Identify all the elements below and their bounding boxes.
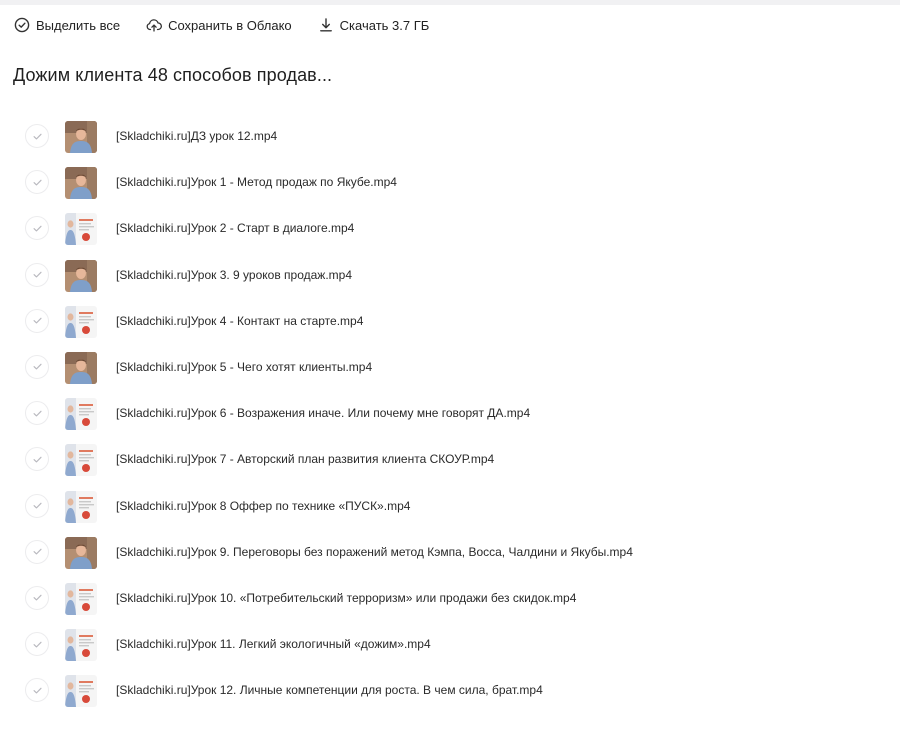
row-checkbox[interactable] <box>25 493 49 518</box>
check-icon <box>33 364 42 370</box>
video-thumbnail[interactable] <box>65 213 97 246</box>
thumbnail-image <box>65 490 97 523</box>
row-checkbox[interactable] <box>25 539 49 564</box>
file-name: [Skladchiki.ru]Урок 3. 9 уроков продаж.m… <box>116 267 353 282</box>
file-row[interactable]: [Skladchiki.ru]Урок 3. 9 уроков продаж.m… <box>0 253 900 299</box>
check-icon <box>33 548 42 555</box>
check-icon <box>33 502 42 509</box>
folder-title: Дожим клиента 48 способов продав... <box>13 65 333 85</box>
row-checkbox[interactable] <box>25 632 49 657</box>
row-checkbox[interactable] <box>25 262 49 287</box>
video-thumbnail[interactable] <box>65 536 97 569</box>
video-thumbnail[interactable] <box>65 305 97 338</box>
file-row[interactable]: [Skladchiki.ru]Урок 7 - Авторский план р… <box>0 437 900 483</box>
file-row[interactable]: [Skladchiki.ru]Урок 2 - Старт в диалоге.… <box>0 206 900 252</box>
file-row[interactable]: [Skladchiki.ru]Урок 8 Оффер по технике «… <box>0 484 900 530</box>
download-button[interactable]: Скачать 3.7 ГБ <box>318 17 430 33</box>
check-icon <box>33 271 42 278</box>
row-checkbox[interactable] <box>25 354 49 379</box>
thumbnail-image <box>65 582 97 615</box>
video-thumbnail[interactable] <box>65 351 97 384</box>
thumbnail-image <box>65 213 97 246</box>
row-checkbox[interactable] <box>25 216 49 241</box>
file-row[interactable]: [Skladchiki.ru]Урок 12. Личные компетенц… <box>0 668 900 714</box>
video-thumbnail[interactable] <box>65 167 97 200</box>
thumbnail-image <box>65 629 97 662</box>
download-label: Скачать 3.7 ГБ <box>339 17 430 33</box>
check-icon <box>33 641 42 648</box>
check-icon <box>33 456 42 463</box>
thumbnail-image <box>65 305 97 338</box>
file-name: [Skladchiki.ru]Урок 4 - Контакт на старт… <box>116 313 364 328</box>
check-icon <box>33 133 42 139</box>
video-thumbnail[interactable] <box>65 582 97 615</box>
thumbnail-image <box>65 351 97 384</box>
thumbnail-image <box>65 675 97 708</box>
check-icon <box>33 687 42 694</box>
video-thumbnail[interactable] <box>65 675 97 708</box>
file-row[interactable]: [Skladchiki.ru]Урок 11. Легкий экологичн… <box>0 622 900 668</box>
row-checkbox[interactable] <box>25 447 49 472</box>
check-icon <box>33 317 42 324</box>
file-name: [Skladchiki.ru]Урок 12. Личные компетенц… <box>116 683 543 698</box>
save-to-cloud-button[interactable]: Сохранить в Облако <box>146 17 292 33</box>
video-thumbnail[interactable] <box>65 444 97 477</box>
thumbnail-image <box>65 167 97 200</box>
file-row[interactable]: [Skladchiki.ru]ДЗ урок 12.mp4 <box>0 114 900 160</box>
download-icon <box>319 18 332 32</box>
file-name: [Skladchiki.ru]Урок 10. «Потребительский… <box>116 590 577 605</box>
thumbnail-image <box>65 121 97 153</box>
file-row[interactable]: [Skladchiki.ru]Урок 6 - Возражения иначе… <box>0 391 900 437</box>
file-name: [Skladchiki.ru]Урок 8 Оффер по технике «… <box>116 498 411 513</box>
cloud-upload-icon <box>146 19 163 32</box>
file-name: [Skladchiki.ru]ДЗ урок 12.mp4 <box>116 129 278 143</box>
row-checkbox[interactable] <box>25 678 49 703</box>
file-name: [Skladchiki.ru]Урок 9. Переговоры без по… <box>116 544 633 559</box>
video-thumbnail[interactable] <box>65 121 97 153</box>
select-all-button[interactable]: Выделить все <box>14 17 120 33</box>
video-thumbnail[interactable] <box>65 490 97 523</box>
select-all-label: Выделить все <box>36 17 121 33</box>
video-thumbnail[interactable] <box>65 398 97 431</box>
file-row[interactable]: [Skladchiki.ru]Урок 1 - Метод продаж по … <box>0 160 900 206</box>
file-row[interactable]: [Skladchiki.ru]Урок 4 - Контакт на старт… <box>0 299 900 345</box>
check-icon <box>33 225 42 232</box>
check-circle-icon <box>14 17 30 33</box>
file-list: [Skladchiki.ru]ДЗ урок 12.mp4 [Skladchik… <box>0 114 900 714</box>
top-strip <box>0 0 900 5</box>
video-thumbnail[interactable] <box>65 629 97 662</box>
file-row[interactable]: [Skladchiki.ru]Урок 5 - Чего хотят клиен… <box>0 345 900 391</box>
video-thumbnail[interactable] <box>65 259 97 292</box>
file-row[interactable]: [Skladchiki.ru]Урок 9. Переговоры без по… <box>0 530 900 576</box>
row-checkbox[interactable] <box>25 308 49 333</box>
check-icon <box>33 179 42 186</box>
file-name: [Skladchiki.ru]Урок 2 - Старт в диалоге.… <box>116 221 355 236</box>
thumbnail-image <box>65 259 97 292</box>
row-checkbox[interactable] <box>25 585 49 610</box>
file-name: [Skladchiki.ru]Урок 1 - Метод продаж по … <box>116 175 397 190</box>
thumbnail-image <box>65 444 97 477</box>
row-checkbox[interactable] <box>25 170 49 195</box>
check-icon <box>33 410 42 417</box>
file-name: [Skladchiki.ru]Урок 5 - Чего хотят клиен… <box>116 359 373 374</box>
file-name: [Skladchiki.ru]Урок 7 - Авторский план р… <box>116 452 495 467</box>
thumbnail-image <box>65 536 97 569</box>
file-name: [Skladchiki.ru]Урок 11. Легкий экологичн… <box>116 637 431 652</box>
check-icon <box>33 595 42 601</box>
row-checkbox[interactable] <box>25 401 49 426</box>
thumbnail-image <box>65 398 97 431</box>
file-row[interactable]: [Skladchiki.ru]Урок 10. «Потребительский… <box>0 576 900 622</box>
save-to-cloud-label: Сохранить в Облако <box>168 17 292 33</box>
file-name: [Skladchiki.ru]Урок 6 - Возражения иначе… <box>116 406 531 421</box>
toolbar: Выделить все Сохранить в Облако Скачать … <box>14 16 455 34</box>
row-checkbox[interactable] <box>25 124 49 148</box>
